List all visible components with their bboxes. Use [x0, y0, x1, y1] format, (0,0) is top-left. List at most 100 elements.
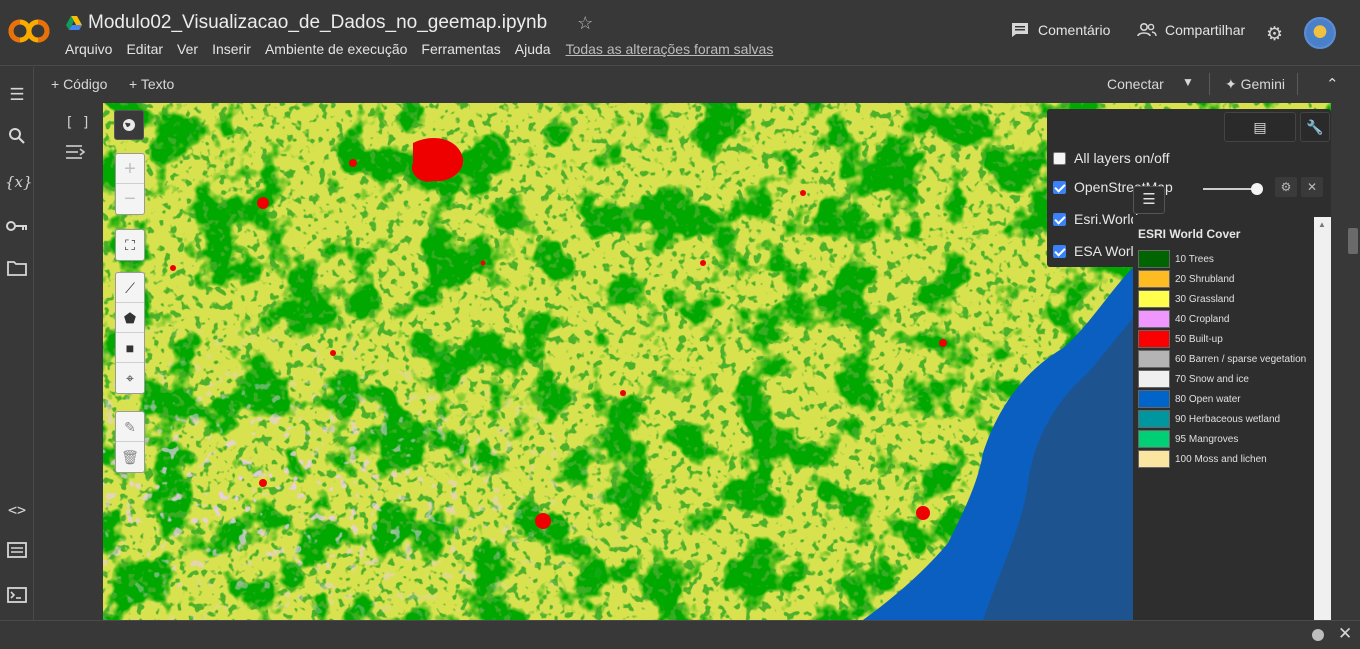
add-code-button[interactable]: + Código [51, 76, 107, 92]
zoom-control: + − [115, 153, 145, 215]
legend-title: ESRI World Cover [1138, 227, 1241, 241]
map-output[interactable]: + − ⛶ ⟋ ⬟ ■ ⌖ ✎ 🗑 ▤ 🔧 All layers on/off … [103, 103, 1331, 620]
search-icon[interactable] [5, 127, 29, 151]
people-icon [1137, 23, 1157, 37]
legend-swatch [1138, 430, 1170, 448]
globe-icon [123, 119, 135, 131]
legend-item: 30 Grassland [1138, 290, 1234, 308]
legend-item: 60 Barren / sparse vegetation [1138, 350, 1306, 368]
legend-swatch [1138, 370, 1170, 388]
menu-editar[interactable]: Editar [126, 41, 163, 57]
star-icon[interactable]: ☆ [577, 13, 593, 34]
add-text-button[interactable]: + Texto [129, 76, 174, 92]
legend-swatch [1138, 410, 1170, 428]
connect-button[interactable]: Conectar [1107, 76, 1164, 92]
layer-row-esri-world[interactable]: Esri.World [1053, 211, 1138, 227]
legend-swatch [1138, 390, 1170, 408]
comment-label: Comentário [1038, 22, 1111, 38]
close-icon[interactable]: ✕ [1338, 624, 1352, 644]
chevron-down-icon[interactable]: ▼ [1182, 75, 1194, 89]
notebook-title[interactable]: Modulo02_Visualizacao_de_Dados_no_geemap… [88, 12, 547, 34]
scroll-up-arrow-icon[interactable]: ▲ [1318, 220, 1326, 229]
legend-label: 60 Barren / sparse vegetation [1175, 353, 1307, 365]
checkbox[interactable] [1053, 244, 1066, 258]
menu-ajuda[interactable]: Ajuda [515, 41, 551, 57]
legend-label: 30 Grassland [1175, 293, 1235, 305]
layer-close-icon[interactable]: ✕ [1301, 177, 1323, 197]
zoom-in-button[interactable]: + [116, 154, 144, 184]
share-button[interactable]: Compartilhar [1137, 22, 1245, 38]
legend-item: 10 Trees [1138, 250, 1214, 268]
colab-logo[interactable] [8, 14, 50, 48]
layer-row-all[interactable]: All layers on/off [1053, 150, 1169, 166]
edit-layers-icon[interactable]: ✎ [116, 412, 144, 442]
output-actions-icon[interactable] [65, 143, 87, 166]
edit-toolbar: ✎ 🗑 [115, 411, 145, 473]
draw-polyline-icon[interactable]: ⟋ [116, 273, 144, 303]
zoom-out-button[interactable]: − [116, 184, 144, 214]
avatar[interactable] [1304, 17, 1336, 49]
menu-ambiente[interactable]: Ambiente de execução [265, 41, 407, 57]
legend-label: 70 Snow and ice [1175, 373, 1249, 385]
run-cell-button[interactable]: [ ] [65, 115, 90, 131]
menu-ver[interactable]: Ver [177, 41, 198, 57]
delete-layers-icon[interactable]: 🗑 [116, 442, 144, 472]
fullscreen-button[interactable]: ⛶ [115, 229, 145, 261]
folder-icon[interactable] [5, 259, 29, 283]
checkbox[interactable] [1053, 151, 1066, 165]
legend-label: 10 Trees [1175, 253, 1214, 265]
menu-ferramentas[interactable]: Ferramentas [421, 41, 500, 57]
legend-swatch [1138, 450, 1170, 468]
notebook-toolbar: + Código + Texto Conectar ▼ ✦ Gemini ⌃ [35, 67, 1360, 101]
layer-row-esa-world[interactable]: ESA World [1053, 243, 1141, 259]
draw-marker-icon[interactable]: ⌖ [116, 363, 144, 393]
page-scrollbar-thumb[interactable] [1348, 228, 1358, 254]
gemini-label: Gemini [1240, 76, 1285, 92]
variables-icon[interactable]: {x} [5, 170, 33, 194]
toolbar-divider [1209, 73, 1210, 95]
basemap-globe-button[interactable] [114, 110, 144, 140]
menu-arquivo[interactable]: Arquivo [65, 41, 112, 57]
opacity-slider-handle[interactable] [1251, 183, 1263, 195]
legend-label: 100 Moss and lichen [1175, 453, 1267, 465]
status-bar: ✕ [0, 620, 1360, 649]
command-palette-icon[interactable] [5, 541, 29, 565]
legend-toggle-icon[interactable]: ☰ [1133, 186, 1165, 214]
legend-scrollbar[interactable]: ▲ [1314, 217, 1331, 620]
legend-item: 40 Cropland [1138, 310, 1229, 328]
save-status[interactable]: Todas as alterações foram salvas [566, 41, 774, 57]
layer-settings-gear-icon[interactable]: ⚙ [1275, 177, 1297, 197]
menu-bar: Arquivo Editar Ver Inserir Ambiente de e… [65, 41, 787, 57]
legend-item: 80 Open water [1138, 390, 1241, 408]
table-of-contents-icon[interactable]: ☰ [5, 83, 29, 107]
code-snippets-icon[interactable]: <> [5, 498, 29, 522]
settings-gear-icon[interactable]: ⚙ [1266, 23, 1283, 46]
legend-panel: ESRI World Cover 10 Trees 20 Shrubland 30 … [1133, 215, 1331, 620]
layers-toggle-button[interactable]: ▤ [1224, 112, 1296, 142]
wrench-icon[interactable]: 🔧 [1300, 112, 1330, 142]
legend-label: 80 Open water [1175, 393, 1241, 405]
legend-label: 90 Herbaceous wetland [1175, 413, 1281, 425]
legend-item: 95 Mangroves [1138, 430, 1238, 448]
legend-label: 40 Cropland [1175, 313, 1230, 325]
status-dot-icon [1312, 629, 1324, 641]
toolbar-divider [1297, 73, 1298, 95]
cell-gutter: [ ] [35, 101, 103, 620]
terminal-icon[interactable] [5, 586, 29, 610]
draw-polygon-icon[interactable]: ⬟ [116, 303, 144, 333]
menu-inserir[interactable]: Inserir [212, 41, 251, 57]
google-drive-icon[interactable] [66, 16, 82, 30]
checkbox[interactable] [1053, 180, 1066, 194]
draw-rectangle-icon[interactable]: ■ [116, 333, 144, 363]
legend-swatch [1138, 290, 1170, 308]
legend-item: 70 Snow and ice [1138, 370, 1249, 388]
legend-swatch [1138, 330, 1170, 348]
comment-button[interactable]: Comentário [1011, 22, 1110, 38]
checkbox[interactable] [1053, 212, 1066, 226]
comment-icon [1012, 23, 1028, 37]
left-sidebar: ☰ {x} <> [0, 67, 34, 620]
key-icon[interactable] [5, 215, 29, 239]
gemini-button[interactable]: ✦ Gemini [1225, 76, 1285, 93]
collapse-chevron-up-icon[interactable]: ⌃ [1326, 75, 1339, 93]
legend-label: 20 Shrubland [1175, 273, 1235, 285]
